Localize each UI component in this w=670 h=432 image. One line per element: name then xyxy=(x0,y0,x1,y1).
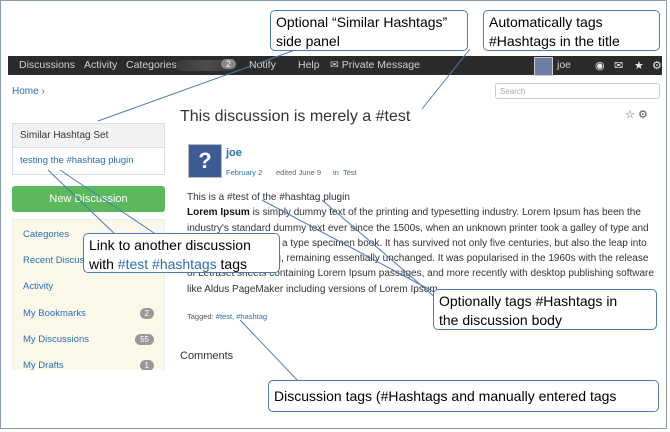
callout-link-tags: tags xyxy=(216,256,248,272)
panel-title: Similar Hashtag Set xyxy=(13,124,164,148)
in-label: in xyxy=(333,168,339,177)
author-avatar[interactable]: ? xyxy=(188,144,222,178)
callout-auto-tags-line2: #Hashtags in the title xyxy=(489,33,620,49)
gear-icon[interactable]: ⚙ xyxy=(652,59,662,72)
discussion-tags: Tagged: #test, #hashtag xyxy=(187,312,267,321)
callout-link-line1: Link to another discussion xyxy=(89,237,251,253)
top-nav-bar: Discussions Activity Categories 2 Notify… xyxy=(8,56,662,76)
edited-date: edited June 9 xyxy=(276,168,322,177)
nav-private-message[interactable]: ✉ Private Message xyxy=(330,59,420,71)
nav-activity[interactable]: Activity xyxy=(84,59,117,71)
callout-body-tags: Optionally tags #Hashtags in the discuss… xyxy=(433,289,657,330)
sidebar-item-my-discussions[interactable]: My Discussions xyxy=(23,334,89,345)
new-discussion-button[interactable]: New Discussion xyxy=(12,186,165,212)
sidebar-item-drafts[interactable]: My Drafts xyxy=(23,360,64,370)
callout-link-with: with xyxy=(89,256,118,272)
author-name[interactable]: joe xyxy=(226,147,242,159)
nav-notify[interactable]: Notify xyxy=(249,59,276,71)
options-gear-icon[interactable]: ⚙ xyxy=(638,109,648,121)
nav-badge: 2 xyxy=(221,59,237,69)
callout-link: Link to another discussion with #test #h… xyxy=(83,233,280,273)
similar-discussion-link[interactable]: testing the #hashtag plugin xyxy=(13,148,164,173)
category-link[interactable]: Test xyxy=(343,168,357,177)
comments-heading: Comments xyxy=(180,350,234,362)
mail-icon[interactable]: ✉ xyxy=(614,59,623,72)
my-discussions-count: 55 xyxy=(135,334,154,345)
page-title: This discussion is merely a #test xyxy=(180,108,411,125)
callout-link-hashtags: #test #hashtags xyxy=(117,256,217,272)
drafts-count: 1 xyxy=(139,360,154,370)
tag-links[interactable]: #test, #hashtag xyxy=(216,312,267,321)
bookmark-star-icon[interactable]: ☆ xyxy=(625,109,635,121)
nav-discussions[interactable]: Discussions xyxy=(19,59,75,71)
callout-body-tags-line2: the discussion body xyxy=(439,312,562,328)
body-intro: This is a #test of the #hashtag plugin xyxy=(187,192,350,203)
tags-label: Tagged: xyxy=(187,312,214,321)
callout-auto-tags: Automatically tags #Hashtags in the titl… xyxy=(483,10,660,51)
callout-side-panel-line2: side panel xyxy=(276,33,340,49)
avatar[interactable] xyxy=(534,57,553,76)
body-lorem-bold: Lorem Ipsum xyxy=(187,207,250,219)
callout-auto-tags-line1: Automatically tags xyxy=(489,14,603,30)
globe-icon[interactable]: ◉ xyxy=(595,59,605,72)
nav-username[interactable]: joe xyxy=(557,59,571,71)
post-date[interactable]: February 2 xyxy=(226,168,262,177)
callout-discussion-tags: Discussion tags (#Hashtags and manually … xyxy=(268,380,659,412)
callout-side-panel: Optional “Similar Hashtags” side panel xyxy=(270,10,468,51)
nav-categories[interactable]: Categories xyxy=(126,59,177,71)
bookmarks-count: 2 xyxy=(139,308,154,319)
callout-body-tags-line1: Optionally tags #Hashtags in xyxy=(439,293,618,309)
sidebar-item-categories[interactable]: Categories xyxy=(23,229,69,240)
sidebar-item-activity[interactable]: Activity xyxy=(23,281,53,292)
callout-side-panel-line1: Optional “Similar Hashtags” xyxy=(276,14,448,30)
sidebar-item-bookmarks[interactable]: My Bookmarks xyxy=(23,308,86,319)
callout-link-line2: with #test #hashtags tags xyxy=(89,255,274,274)
title-actions: ☆ ⚙ xyxy=(625,108,648,121)
search-input[interactable]: Search xyxy=(495,83,660,99)
breadcrumb[interactable]: Home › xyxy=(12,86,45,97)
star-icon[interactable]: ★ xyxy=(634,59,644,72)
callout-discussion-tags-line1: Discussion tags (#Hashtags and manually … xyxy=(274,388,617,404)
nav-help[interactable]: Help xyxy=(298,59,320,71)
similar-hashtag-panel: Similar Hashtag Set testing the #hashtag… xyxy=(12,123,165,175)
